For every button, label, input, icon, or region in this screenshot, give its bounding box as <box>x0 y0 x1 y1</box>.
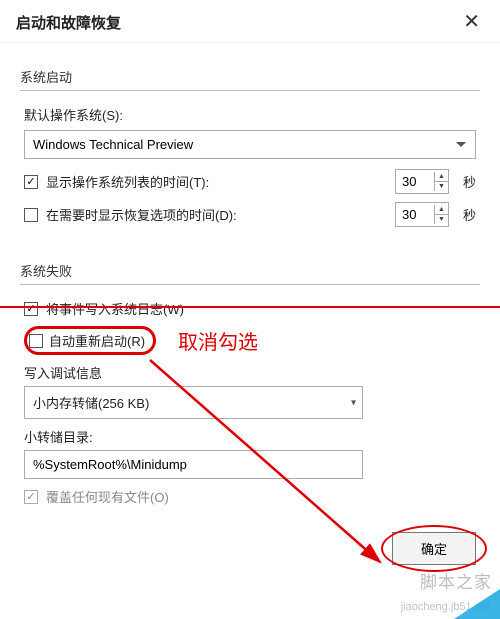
chevron-down-icon[interactable]: ▼ <box>435 214 448 224</box>
write-event-checkbox[interactable] <box>24 302 38 316</box>
show-os-list-seconds-spinner[interactable]: ▲▼ <box>395 169 449 194</box>
group-system-startup: 系统启动 默认操作系统(S): Windows Technical Previe… <box>20 67 480 227</box>
show-recovery-seconds-spinner[interactable]: ▲▼ <box>395 202 449 227</box>
overwrite-label: 覆盖任何现有文件(O) <box>46 487 476 506</box>
auto-restart-checkbox[interactable] <box>29 334 43 348</box>
show-os-list-seconds-input[interactable] <box>396 170 434 193</box>
chevron-up-icon[interactable]: ▲ <box>435 205 448 214</box>
seconds-unit: 秒 <box>463 205 476 224</box>
dump-dir-label: 小转储目录: <box>24 427 476 446</box>
row-write-event: 将事件写入系统日志(W) <box>24 299 476 318</box>
default-os-select[interactable]: Windows Technical Preview <box>24 130 476 159</box>
show-recovery-checkbox[interactable] <box>24 208 38 222</box>
ok-label: 确定 <box>421 542 447 557</box>
spinner-arrows[interactable]: ▲▼ <box>434 205 448 224</box>
row-auto-restart: 自动重新启动(R) 取消勾选 <box>24 326 476 355</box>
dump-dir-input[interactable] <box>24 450 363 479</box>
ok-button[interactable]: 确定 <box>392 532 476 565</box>
chevron-down-icon[interactable]: ▼ <box>435 181 448 191</box>
divider <box>20 284 480 285</box>
chevron-down-icon: ▾ <box>351 397 356 408</box>
chevron-up-icon[interactable]: ▲ <box>435 172 448 181</box>
dialog-title: 启动和故障恢复 <box>16 12 121 33</box>
divider <box>20 90 480 91</box>
show-os-list-label: 显示操作系统列表的时间(T): <box>46 172 387 191</box>
show-recovery-label: 在需要时显示恢复选项的时间(D): <box>46 205 387 224</box>
overwrite-checkbox <box>24 490 38 504</box>
debug-info-combo[interactable]: 小内存转储(256 KB) ▾ <box>24 386 363 419</box>
group-title-failure: 系统失败 <box>20 261 480 280</box>
debug-info-label: 写入调试信息 <box>24 363 476 382</box>
debug-info-value: 小内存转储(256 KB) <box>33 396 149 411</box>
seconds-unit: 秒 <box>463 172 476 191</box>
group-title-startup: 系统启动 <box>20 67 480 86</box>
group-system-failure: 系统失败 将事件写入系统日志(W) 自动重新启动(R) 取消勾选 写入调试信息 … <box>20 261 480 506</box>
row-show-os-list: 显示操作系统列表的时间(T): ▲▼ 秒 <box>24 169 476 194</box>
row-overwrite: 覆盖任何现有文件(O) <box>24 487 476 506</box>
annotation-circle-auto-restart: 自动重新启动(R) <box>24 326 156 355</box>
titlebar: 启动和故障恢复 ✕ <box>0 0 500 43</box>
show-recovery-seconds-input[interactable] <box>396 203 434 226</box>
corner-decoration <box>454 589 500 619</box>
auto-restart-label: 自动重新启动(R) <box>49 331 145 350</box>
row-show-recovery: 在需要时显示恢复选项的时间(D): ▲▼ 秒 <box>24 202 476 227</box>
show-os-list-checkbox[interactable] <box>24 175 38 189</box>
close-icon[interactable]: ✕ <box>455 8 488 36</box>
annotation-text: 取消勾选 <box>178 326 258 355</box>
spinner-arrows[interactable]: ▲▼ <box>434 172 448 191</box>
default-os-label: 默认操作系统(S): <box>24 105 476 124</box>
dialog-content: 系统启动 默认操作系统(S): Windows Technical Previe… <box>0 43 500 524</box>
write-event-label: 将事件写入系统日志(W) <box>46 299 476 318</box>
